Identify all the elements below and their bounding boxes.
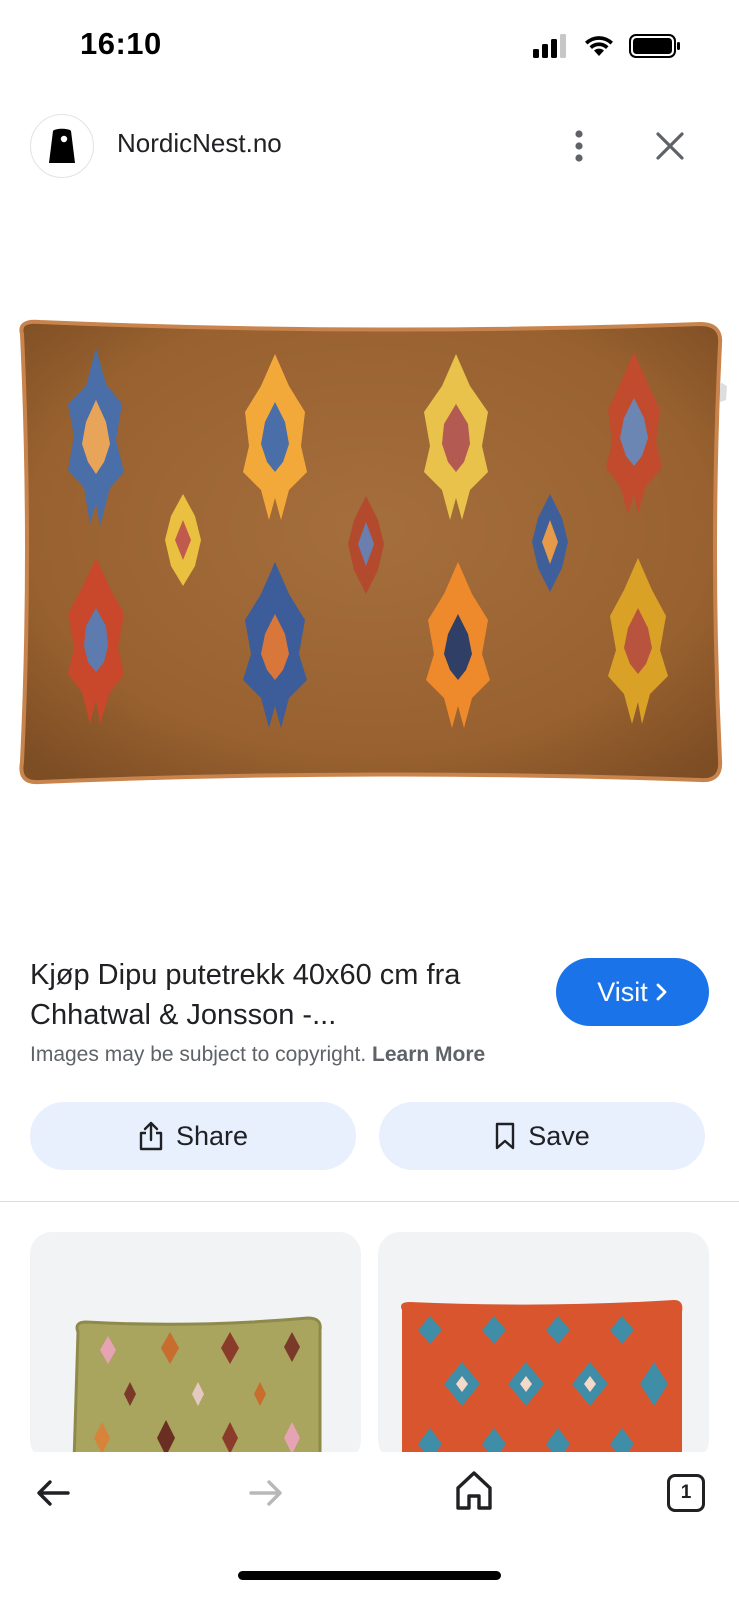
home-indicator[interactable] [238,1571,501,1580]
visit-button[interactable]: Visit [556,958,709,1026]
more-vert-icon [575,130,583,162]
site-logo[interactable] [30,114,94,178]
visit-button-label: Visit [597,976,648,1007]
more-options-button[interactable] [562,126,596,166]
save-button-label: Save [528,1120,590,1151]
wifi-icon [585,36,613,56]
site-name[interactable]: NordicNest.no [117,128,282,159]
forward-arrow-icon[interactable] [245,1473,285,1513]
share-button[interactable]: Share [30,1102,356,1170]
copyright-notice: Images may be subject to copyright. Lear… [30,1043,485,1067]
battery-icon [629,34,680,58]
close-button[interactable] [650,126,690,166]
result-title[interactable]: Kjøp Dipu putetrekk 40x60 cm fra Chhatwa… [30,955,535,1035]
tabs-button[interactable]: 1 [667,1474,705,1512]
status-icons [533,34,681,58]
related-result-card[interactable] [378,1232,709,1462]
product-image[interactable] [0,312,739,794]
related-result-image [72,1316,322,1462]
home-icon[interactable] [452,1468,496,1512]
share-icon [139,1121,163,1151]
back-arrow-icon[interactable] [34,1473,74,1513]
related-result-image [401,1300,683,1462]
bookmark-icon [496,1122,515,1150]
status-time: 16:10 [80,26,162,61]
learn-more-link[interactable]: Learn More [372,1043,485,1066]
close-icon [656,132,684,160]
copyright-text: Images may be subject to copyright. [30,1043,367,1066]
chevron-right-icon [656,983,667,1001]
nordicnest-logo-icon [49,128,75,163]
cellular-signal-icon [533,34,566,58]
related-result-card[interactable] [30,1232,361,1462]
divider [0,1201,739,1202]
tab-count: 1 [680,1482,692,1503]
share-button-label: Share [175,1120,249,1151]
save-button[interactable]: Save [379,1102,705,1170]
